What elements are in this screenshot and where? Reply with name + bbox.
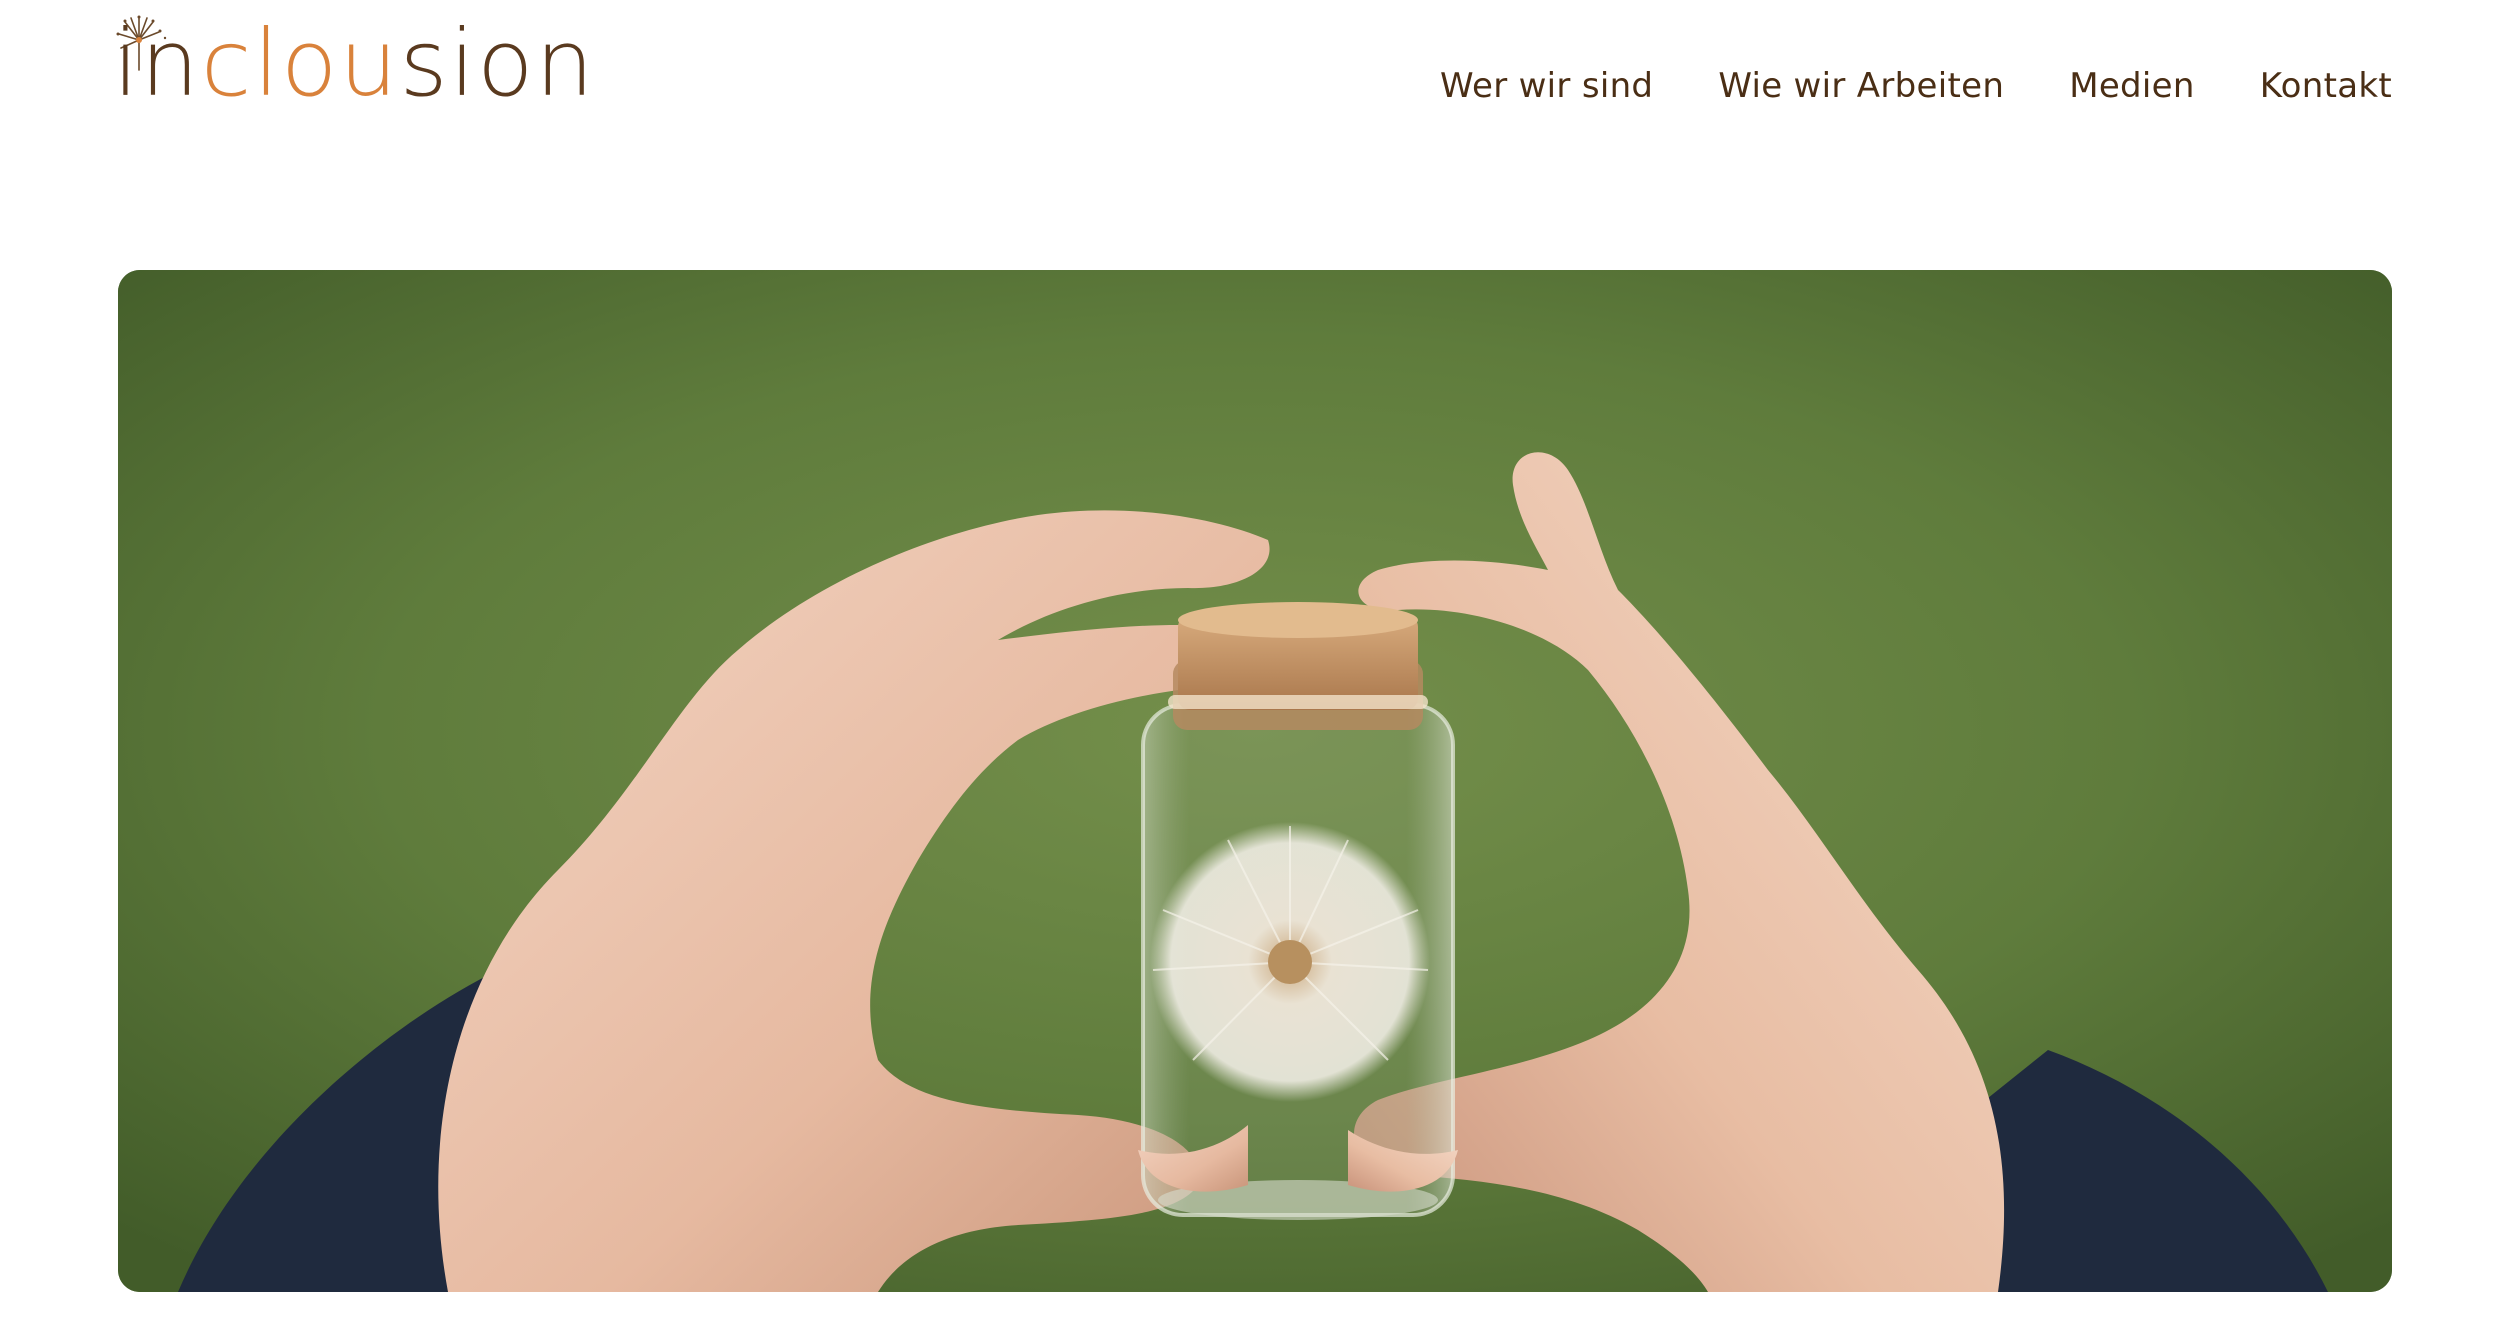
site-header: inclousion Wer wir sind Wie wir Arbeiten… <box>0 0 2510 200</box>
nav-item-medien[interactable]: Medien <box>2069 66 2195 106</box>
logo-wordmark: inclousion <box>113 4 596 124</box>
logo-part-3: sion <box>399 10 596 117</box>
nav-item-kontakt[interactable]: Kontakt <box>2260 66 2392 106</box>
logo[interactable]: inclousion <box>113 10 594 122</box>
page: inclousion Wer wir sind Wie wir Arbeiten… <box>0 0 2510 1336</box>
hero-image <box>118 270 2392 1292</box>
main-nav: Wer wir sind Wie wir Arbeiten Medien Kon… <box>1440 66 2392 106</box>
nav-item-wer-wir-sind[interactable]: Wer wir sind <box>1440 66 1653 106</box>
logo-part-1: in <box>113 10 201 117</box>
logo-part-2: clou <box>200 10 400 117</box>
dandelion-in-jar-photo <box>118 270 2392 1292</box>
nav-item-wie-wir-arbeiten[interactable]: Wie wir Arbeiten <box>1718 66 2004 106</box>
